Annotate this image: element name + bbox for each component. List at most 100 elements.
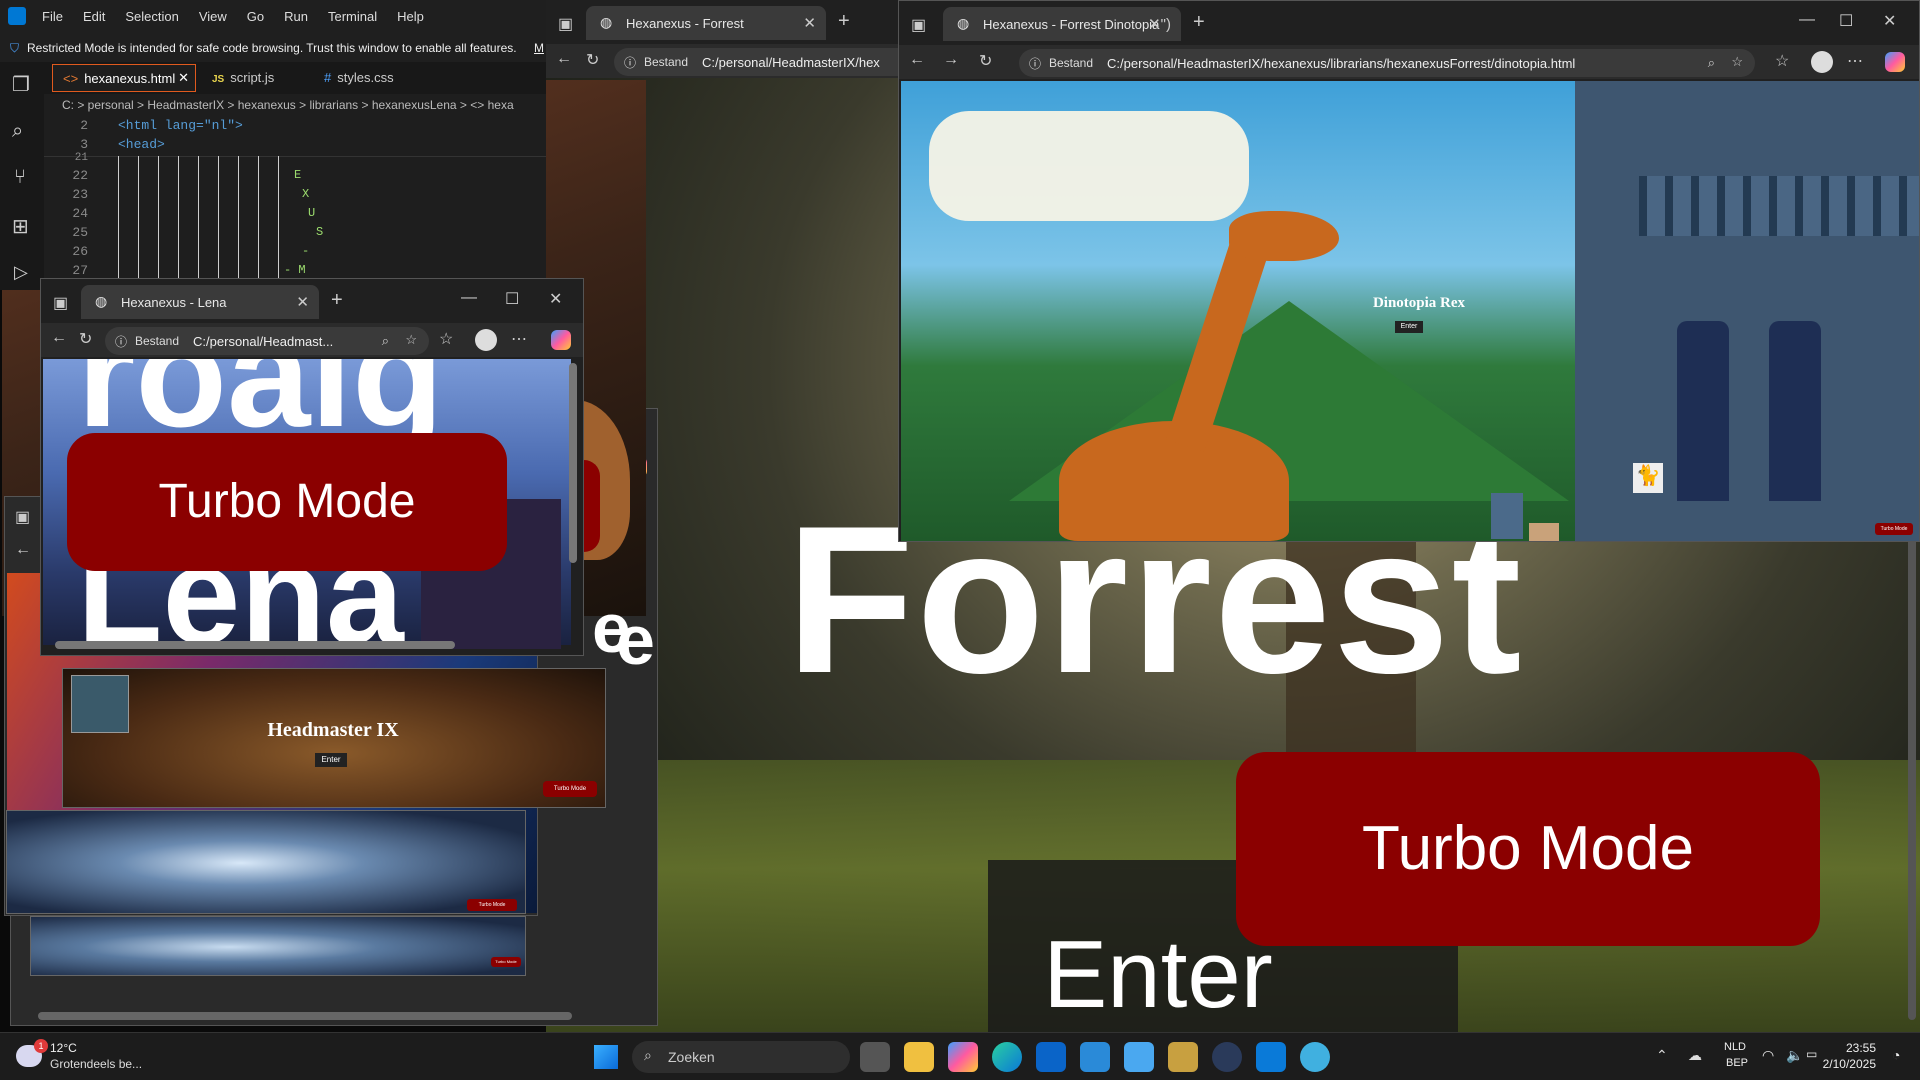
task-view-icon[interactable] — [860, 1042, 890, 1072]
edge-icon[interactable] — [992, 1042, 1022, 1072]
code-editor[interactable]: 2 <html lang="nl"> 3 <head> 21 22 E 23 X… — [44, 116, 546, 290]
back-icon[interactable]: ← — [909, 51, 925, 69]
favorites-icon[interactable]: ☆ — [439, 329, 453, 349]
tab-forrest[interactable]: ◍ Hexanexus - Forrest ✕ — [586, 6, 826, 40]
clock-date[interactable]: 2/10/2025 — [1816, 1057, 1876, 1071]
close-window-icon[interactable]: ✕ — [1883, 11, 1896, 31]
headmaster-enter-button[interactable]: Enter — [315, 753, 347, 767]
breadcrumb[interactable]: C: > personal > HeadmasterIX > hexanexus… — [62, 98, 546, 112]
run-debug-icon[interactable]: ▷ — [14, 262, 28, 283]
minimize-icon[interactable]: — — [1799, 11, 1815, 29]
tab-actions-icon[interactable]: ▣ — [53, 293, 68, 313]
search-icon[interactable]: ⌕ — [12, 120, 23, 143]
refresh-icon[interactable]: ↻ — [586, 50, 599, 70]
taskbar-search[interactable]: ⌕ Zoeken — [632, 1041, 850, 1073]
profile-avatar[interactable] — [1811, 51, 1833, 73]
extensions-icon[interactable]: ⊞ — [12, 214, 29, 239]
forrest-url-field[interactable]: ⓘ Bestand C:/personal/HeadmasterIX/hex — [614, 48, 914, 76]
game-icon[interactable] — [1168, 1042, 1198, 1072]
menu-file[interactable]: File — [42, 9, 63, 24]
clock-time[interactable]: 23:55 — [1846, 1041, 1876, 1055]
back-icon[interactable]: ← — [15, 541, 31, 559]
favorite-star-icon[interactable]: ☆ — [405, 332, 417, 348]
close-tab-icon[interactable]: ✕ — [296, 293, 309, 311]
windows-start-icon[interactable] — [594, 1045, 618, 1069]
file-explorer-icon[interactable] — [904, 1042, 934, 1072]
weather-widget[interactable]: 1 12°C Grotendeels be... — [14, 1039, 164, 1075]
notification-icon[interactable]: ◔ — [1892, 1047, 1900, 1063]
profile-avatar[interactable] — [475, 329, 497, 351]
horizontal-scrollbar[interactable] — [38, 1012, 572, 1020]
copilot-icon[interactable] — [551, 330, 571, 350]
banner-more-link[interactable]: M — [534, 41, 544, 55]
dinotopia-url-field[interactable]: ⓘ Bestand C:/personal/HeadmasterIX/hexan… — [1019, 49, 1755, 77]
favorite-star-icon[interactable]: ☆ — [1731, 54, 1743, 70]
lena-url-field[interactable]: ⓘ Bestand C:/personal/Headmast... ⌕ ☆ — [105, 327, 429, 355]
explorer-icon[interactable]: ❐ — [12, 72, 30, 97]
language-top[interactable]: NLD — [1724, 1041, 1746, 1053]
copilot-app-icon[interactable] — [948, 1042, 978, 1072]
wifi-icon[interactable]: ◠ — [1762, 1047, 1774, 1064]
menu-selection[interactable]: Selection — [125, 9, 178, 24]
lena-scrollbar-vertical[interactable] — [569, 363, 577, 563]
paint-icon[interactable] — [1300, 1042, 1330, 1072]
tab-actions-icon[interactable]: ▣ — [911, 15, 926, 35]
globe-icon: ◍ — [957, 15, 970, 31]
outlook-icon[interactable] — [1036, 1042, 1066, 1072]
tab-lena[interactable]: ◍ Hexanexus - Lena ✕ — [81, 285, 319, 319]
new-tab-icon[interactable]: + — [331, 289, 343, 312]
menu-edit[interactable]: Edit — [83, 9, 105, 24]
zoom-icon[interactable]: ⌕ — [1708, 55, 1715, 71]
feather-turbo-button-2[interactable]: Turbo Mode — [491, 957, 521, 967]
close-tab-icon[interactable]: ✕") — [1148, 15, 1171, 33]
tray-chevron-icon[interactable]: ⌃ — [1656, 1047, 1668, 1064]
menu-help[interactable]: Help — [397, 9, 424, 24]
vscode-icon[interactable] — [1256, 1042, 1286, 1072]
favorites-icon[interactable]: ☆ — [1775, 51, 1789, 71]
menu-run[interactable]: Run — [284, 9, 308, 24]
more-icon[interactable]: ⋯ — [1847, 51, 1863, 71]
tab-dinotopia[interactable]: ◍ Hexanexus - Forrest Dinotopia ✕") — [943, 7, 1181, 41]
forward-icon[interactable]: → — [943, 51, 959, 69]
lena-turbo-button[interactable]: Turbo Mode — [67, 433, 507, 571]
new-tab-icon[interactable]: + — [838, 10, 850, 33]
volume-icon[interactable]: 🔈 — [1786, 1047, 1803, 1064]
more-icon[interactable]: ⋯ — [511, 329, 527, 349]
menu-go[interactable]: Go — [247, 9, 264, 24]
maximize-icon[interactable]: ☐ — [505, 289, 519, 309]
close-tab-icon[interactable]: ✕ — [803, 14, 816, 32]
tab-hexanexus-html[interactable]: <> hexanexus.html ✕ — [52, 64, 196, 92]
copilot-icon[interactable] — [1885, 52, 1905, 72]
back-icon[interactable]: ← — [556, 50, 572, 68]
sticky-scroll-divider — [44, 156, 546, 157]
code-line: <html lang="nl"> — [118, 118, 243, 133]
feather-turbo-button[interactable]: Turbo Mode — [467, 899, 517, 911]
back-icon[interactable]: ← — [51, 329, 67, 347]
turbo-mode-button[interactable]: Turbo Mode — [1236, 752, 1820, 946]
refresh-icon[interactable]: ↻ — [79, 329, 92, 349]
refresh-icon[interactable]: ↻ — [979, 51, 992, 71]
close-window-icon[interactable]: ✕ — [549, 289, 562, 309]
source-control-icon[interactable]: ⑂ — [14, 166, 26, 189]
dinotopia-enter-button[interactable]: Enter — [1395, 321, 1423, 333]
close-tab-icon[interactable]: ✕ — [178, 70, 189, 86]
zoom-icon[interactable]: ⌕ — [382, 333, 389, 349]
notepad-icon[interactable] — [1124, 1042, 1154, 1072]
tab-actions-icon[interactable]: ▣ — [558, 14, 573, 34]
dinotopia-turbo-button[interactable]: Turbo Mode — [1875, 523, 1913, 535]
steam-icon[interactable] — [1212, 1042, 1242, 1072]
minimize-icon[interactable]: — — [461, 289, 477, 307]
menu-view[interactable]: View — [199, 9, 227, 24]
menu-terminal[interactable]: Terminal — [328, 9, 377, 24]
store-icon[interactable] — [1080, 1042, 1110, 1072]
tab-script-js[interactable]: JS script.js — [204, 64, 304, 92]
restricted-mode-banner[interactable]: ⛉ Restricted Mode is intended for safe co… — [0, 34, 546, 62]
tab-styles-css[interactable]: # styles.css — [314, 64, 424, 92]
headmaster-turbo-button[interactable]: Turbo Mode — [543, 781, 597, 797]
tab-actions-icon[interactable]: ▣ — [15, 507, 30, 527]
new-tab-icon[interactable]: + — [1193, 11, 1205, 34]
language-bottom[interactable]: BEP — [1726, 1057, 1748, 1069]
onedrive-icon[interactable]: ☁ — [1688, 1047, 1702, 1064]
lena-scrollbar-horizontal[interactable] — [55, 641, 455, 649]
maximize-icon[interactable]: ☐ — [1839, 11, 1853, 31]
